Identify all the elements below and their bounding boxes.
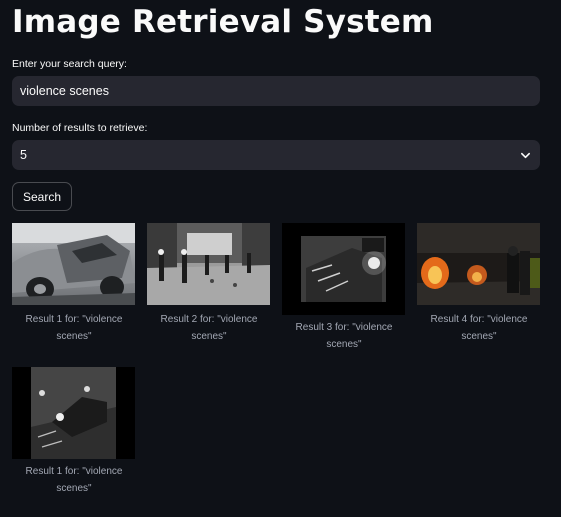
result-caption: Result 3 for: "violence scenes" — [295, 322, 393, 350]
fire-protest-image[interactable] — [417, 223, 540, 305]
result-card-4: Result 4 for: "violence scenes" — [417, 223, 541, 345]
results-count-value: 5 — [20, 148, 27, 162]
result-card-2: Result 2 for: "violence scenes" — [147, 223, 271, 345]
results-count-select[interactable]: 5 — [12, 140, 540, 170]
search-button[interactable]: Search — [12, 182, 73, 211]
cctv-car-image[interactable] — [12, 367, 135, 459]
search-label: Enter your search query: — [12, 58, 127, 70]
result-caption: Result 1 for: "violence scenes" — [25, 466, 123, 494]
search-field[interactable] — [12, 76, 540, 106]
result-card-1: Result 1 for: "violence scenes" — [12, 223, 136, 345]
street-riot-image[interactable] — [147, 223, 270, 305]
cctv-night-image[interactable] — [282, 223, 405, 315]
chevron-down-icon[interactable] — [518, 148, 532, 162]
search-input[interactable] — [20, 84, 532, 98]
result-card-5: Result 1 for: "violence scenes" — [12, 367, 136, 497]
result-caption: Result 4 for: "violence scenes" — [430, 314, 528, 342]
page-title: Image Retrieval System — [12, 4, 434, 40]
result-card-3: Result 3 for: "violence scenes" — [282, 223, 406, 353]
result-caption: Result 2 for: "violence scenes" — [160, 314, 258, 342]
result-caption: Result 1 for: "violence scenes" — [25, 314, 123, 342]
car-crash-image[interactable] — [12, 223, 135, 305]
results-count-label: Number of results to retrieve: — [12, 122, 148, 134]
